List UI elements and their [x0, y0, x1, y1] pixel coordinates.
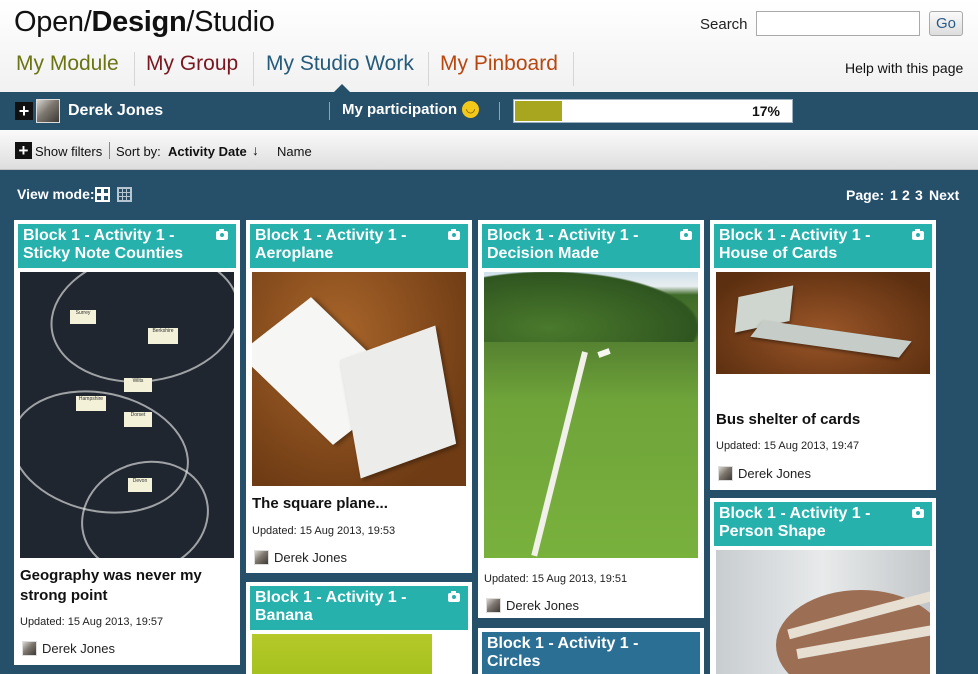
card-photo[interactable] [252, 272, 466, 486]
tab-my-module[interactable]: My Module [16, 49, 119, 92]
go-button[interactable]: Go [929, 11, 963, 36]
sort-label: Sort by: [116, 144, 161, 159]
search-input[interactable] [756, 11, 920, 36]
tab-separator [428, 52, 429, 86]
card-caption: Geography was never my strong point [20, 567, 202, 604]
card-title[interactable]: Block 1 - Activity 1 - Decision Made [487, 227, 667, 263]
camera-icon [448, 591, 460, 602]
tab-separator [253, 52, 254, 86]
card-title[interactable]: Block 1 - Activity 1 - Circles [487, 635, 667, 671]
page-link-3[interactable]: 3 [915, 187, 923, 203]
card-header[interactable]: Block 1 - Activity 1 - Person Shape [714, 502, 932, 546]
filter-bar: + Show filters Sort by: Activity Date ↓ … [0, 130, 978, 170]
tab-my-group[interactable]: My Group [146, 49, 238, 92]
plus-icon[interactable]: + [15, 102, 33, 120]
card-decision-made[interactable]: Block 1 - Activity 1 - Decision Made Upd… [478, 220, 704, 618]
card-author[interactable]: Derek Jones [42, 641, 115, 656]
card-photo[interactable] [252, 634, 432, 674]
page-link-2[interactable]: 2 [902, 187, 910, 203]
next-page-link[interactable]: Next [929, 187, 959, 203]
card-updated: Updated: 15 Aug 2013, 19:47 [716, 440, 860, 452]
card-header[interactable]: Block 1 - Activity 1 - Sticky Note Count… [18, 224, 236, 268]
sticky-note: Dorset [124, 412, 152, 427]
card-person-shape[interactable]: Block 1 - Activity 1 - Person Shape [710, 498, 936, 674]
camera-icon [680, 229, 692, 240]
participation-progress: 17% [513, 99, 793, 123]
card-sticky-note-counties[interactable]: Block 1 - Activity 1 - Sticky Note Count… [14, 220, 240, 665]
card-house-of-cards[interactable]: Block 1 - Activity 1 - House of Cards Bu… [710, 220, 936, 490]
card-aeroplane[interactable]: Block 1 - Activity 1 - Aeroplane The squ… [246, 220, 472, 573]
user-name[interactable]: Derek Jones [68, 102, 163, 120]
camera-icon [216, 229, 228, 240]
card-author[interactable]: Derek Jones [274, 550, 347, 565]
card-title[interactable]: Block 1 - Activity 1 - Aeroplane [255, 227, 435, 263]
list-view-icon[interactable] [117, 187, 132, 202]
sticky-note: Hampshire [76, 396, 106, 411]
card-caption: The square plane... [252, 495, 388, 512]
avatar[interactable] [36, 99, 60, 123]
card-author[interactable]: Derek Jones [738, 466, 811, 481]
card-header[interactable]: Block 1 - Activity 1 - House of Cards [714, 224, 932, 268]
card-photo[interactable] [716, 550, 930, 674]
grid-view-icon[interactable] [95, 187, 110, 202]
card-author[interactable]: Derek Jones [506, 598, 579, 613]
card-photo[interactable] [716, 272, 930, 374]
tab-separator [134, 52, 135, 86]
sticky-note: Devon [128, 478, 152, 492]
card-updated: Updated: 15 Aug 2013, 19:53 [252, 525, 396, 537]
camera-icon [912, 229, 924, 240]
card-updated: Updated: 15 Aug 2013, 19:51 [484, 573, 628, 585]
help-link[interactable]: Help with this page [845, 60, 963, 76]
divider [329, 102, 330, 120]
card-circles[interactable]: Block 1 - Activity 1 - Circles [478, 628, 704, 674]
card-title[interactable]: Block 1 - Activity 1 - Sticky Note Count… [23, 227, 203, 263]
card-title[interactable]: Block 1 - Activity 1 - Person Shape [719, 505, 899, 541]
avatar[interactable] [22, 641, 37, 656]
sticky-note: Wilts [124, 378, 152, 392]
card-header[interactable]: Block 1 - Activity 1 - Decision Made [482, 224, 700, 268]
site-logo[interactable]: Open/Design/Studio [14, 6, 275, 39]
plus-icon[interactable]: + [15, 142, 32, 159]
sort-name[interactable]: Name [277, 144, 312, 159]
camera-icon [448, 229, 460, 240]
avatar[interactable] [718, 466, 733, 481]
avatar[interactable] [486, 598, 501, 613]
avatar[interactable] [254, 550, 269, 565]
show-filters-link[interactable]: Show filters [35, 144, 102, 159]
tab-my-pinboard[interactable]: My Pinboard [440, 49, 558, 92]
card-header[interactable]: Block 1 - Activity 1 - Circles [482, 632, 700, 674]
divider [109, 142, 110, 159]
sort-arrow-icon[interactable]: ↓ [252, 142, 259, 158]
card-photo[interactable] [484, 272, 698, 558]
smiley-icon: ◡ [462, 101, 479, 118]
site-header: Open/Design/Studio Search Go My Module M… [0, 0, 978, 93]
participation-bar: + Derek Jones My participation ◡ 17% [0, 92, 978, 130]
tab-separator [573, 52, 574, 86]
card-banana[interactable]: Block 1 - Activity 1 - Banana [246, 582, 472, 674]
card-header[interactable]: Block 1 - Activity 1 - Banana [250, 586, 468, 630]
sticky-note: Surrey [70, 310, 96, 324]
card-photo[interactable]: Surrey Berkshire Wilts Hampshire Dorset … [20, 272, 234, 558]
card-header[interactable]: Block 1 - Activity 1 - Aeroplane [250, 224, 468, 268]
sticky-note: Berkshire [148, 328, 178, 344]
sort-activity-date[interactable]: Activity Date [168, 144, 247, 159]
camera-icon [912, 507, 924, 518]
progress-percent: 17% [751, 103, 780, 119]
card-updated: Updated: 15 Aug 2013, 19:57 [20, 616, 164, 628]
progress-fill [515, 101, 562, 121]
card-caption: Bus shelter of cards [716, 411, 861, 428]
search-label: Search [700, 16, 748, 33]
participation-label: My participation [342, 101, 458, 118]
page-label: Page: [846, 187, 885, 203]
gallery: View mode: Page: 1 2 3 Next Block 1 - Ac… [0, 170, 978, 674]
divider [499, 102, 500, 120]
page-link-1[interactable]: 1 [890, 187, 898, 203]
card-title[interactable]: Block 1 - Activity 1 - Banana [255, 589, 435, 625]
card-title[interactable]: Block 1 - Activity 1 - House of Cards [719, 227, 899, 263]
view-mode-label: View mode: [17, 186, 95, 202]
